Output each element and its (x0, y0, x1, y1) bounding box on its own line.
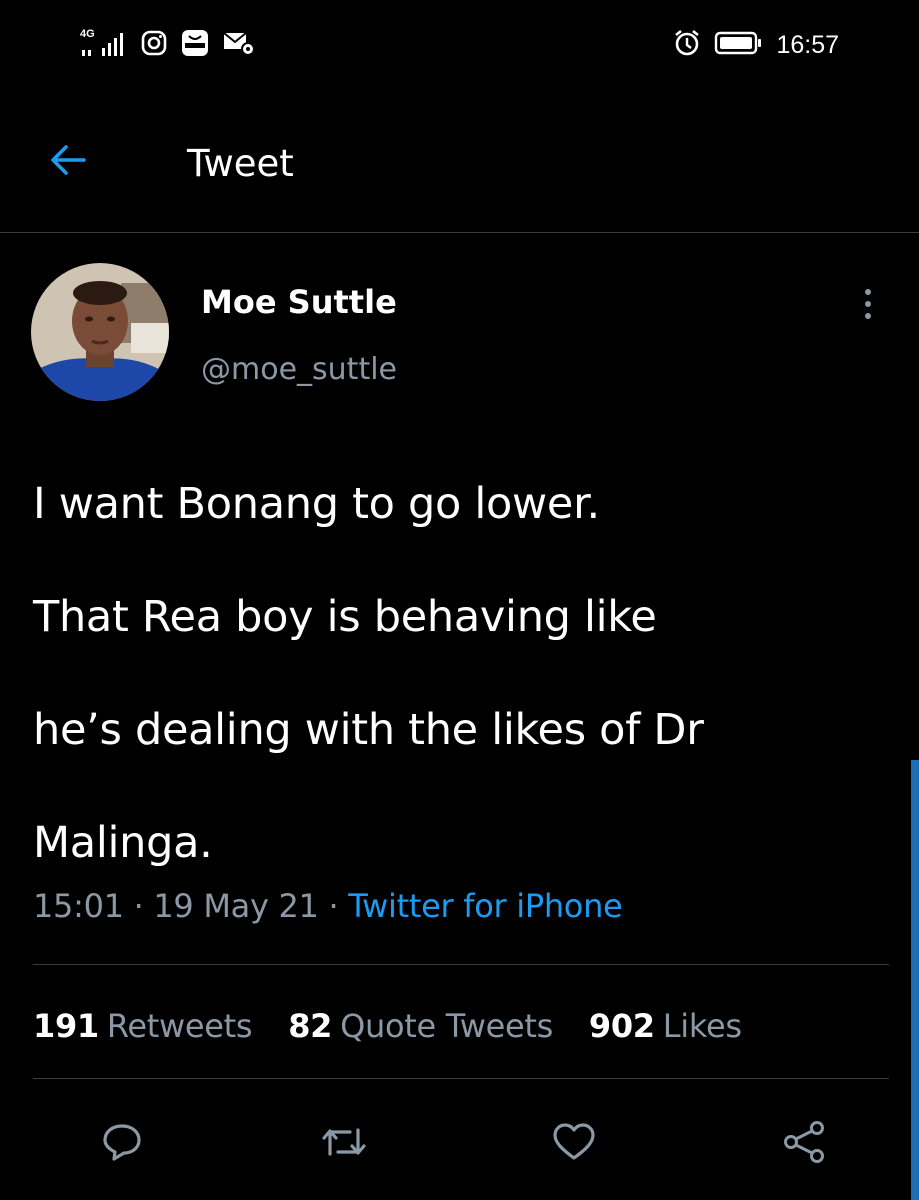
retweets-label: Retweets (106, 1007, 253, 1045)
meta-separator: · (328, 887, 339, 925)
retweets-count: 191 (33, 1007, 99, 1045)
meta-separator: · (133, 887, 144, 925)
more-options-button[interactable] (852, 282, 884, 326)
status-bar: 4G 16:57 (0, 0, 919, 90)
likes-count: 902 (588, 1007, 655, 1045)
tweet-source-link[interactable]: Twitter for iPhone (348, 887, 623, 925)
huawei-app-icon (180, 28, 210, 62)
battery-icon (714, 30, 764, 60)
tweet-text-line: I want Bonang to go lower. (33, 479, 600, 529)
avatar[interactable] (31, 263, 169, 401)
avatar-image (31, 263, 169, 401)
tweet-stats: 191 Retweets 82 Quote Tweets 902 Likes (33, 1004, 768, 1048)
instagram-icon (140, 29, 168, 61)
tweet-header: Tweet (0, 110, 919, 233)
share-icon (781, 1119, 827, 1169)
divider (33, 1078, 889, 1079)
likes-stat[interactable]: 902 Likes (589, 1004, 742, 1048)
quote-tweets-label: Quote Tweets (340, 1007, 553, 1045)
tweet-date: 19 May 21 (153, 887, 319, 925)
alarm-icon (672, 28, 702, 62)
like-button[interactable] (546, 1116, 602, 1172)
scroll-indicator[interactable] (911, 760, 919, 1200)
back-button[interactable] (44, 138, 92, 186)
retweet-button[interactable] (316, 1116, 372, 1172)
reply-icon (100, 1120, 144, 1168)
retweets-stat[interactable]: 191 Retweets (33, 1004, 253, 1048)
retweet-icon (320, 1120, 368, 1168)
quote-tweets-stat[interactable]: 82 Quote Tweets (288, 1004, 553, 1048)
more-dot-icon (865, 313, 871, 319)
arrow-left-icon (46, 138, 90, 186)
quote-tweets-count: 82 (288, 1007, 333, 1045)
status-bar-left: 4G (80, 28, 256, 62)
signal-icon: 4G (80, 28, 128, 62)
tweet-text-line: That Rea boy is behaving like (33, 592, 657, 642)
mail-settings-icon (222, 29, 256, 61)
more-dot-icon (865, 289, 871, 295)
status-bar-right: 16:57 (672, 28, 839, 62)
like-icon (551, 1120, 597, 1168)
tweet-time: 15:01 (33, 887, 124, 925)
divider (33, 964, 889, 965)
share-button[interactable] (776, 1116, 832, 1172)
tweet-action-bar (0, 1108, 919, 1178)
tweet-text: I want Bonang to go lower. That Rea boy … (33, 448, 883, 900)
likes-label: Likes (662, 1007, 742, 1045)
network-type: 4G (80, 28, 95, 40)
reply-button[interactable] (94, 1116, 150, 1172)
tweet-text-line: he’s dealing with the likes of Dr (33, 705, 704, 755)
more-dot-icon (865, 301, 871, 307)
author-handle[interactable]: @moe_suttle (201, 350, 397, 390)
tweet-meta: 15:01 · 19 May 21 · Twitter for iPhone (33, 884, 623, 928)
author-name[interactable]: Moe Suttle (201, 282, 397, 322)
page-title: Tweet (187, 142, 294, 185)
status-time: 16:57 (776, 31, 839, 59)
